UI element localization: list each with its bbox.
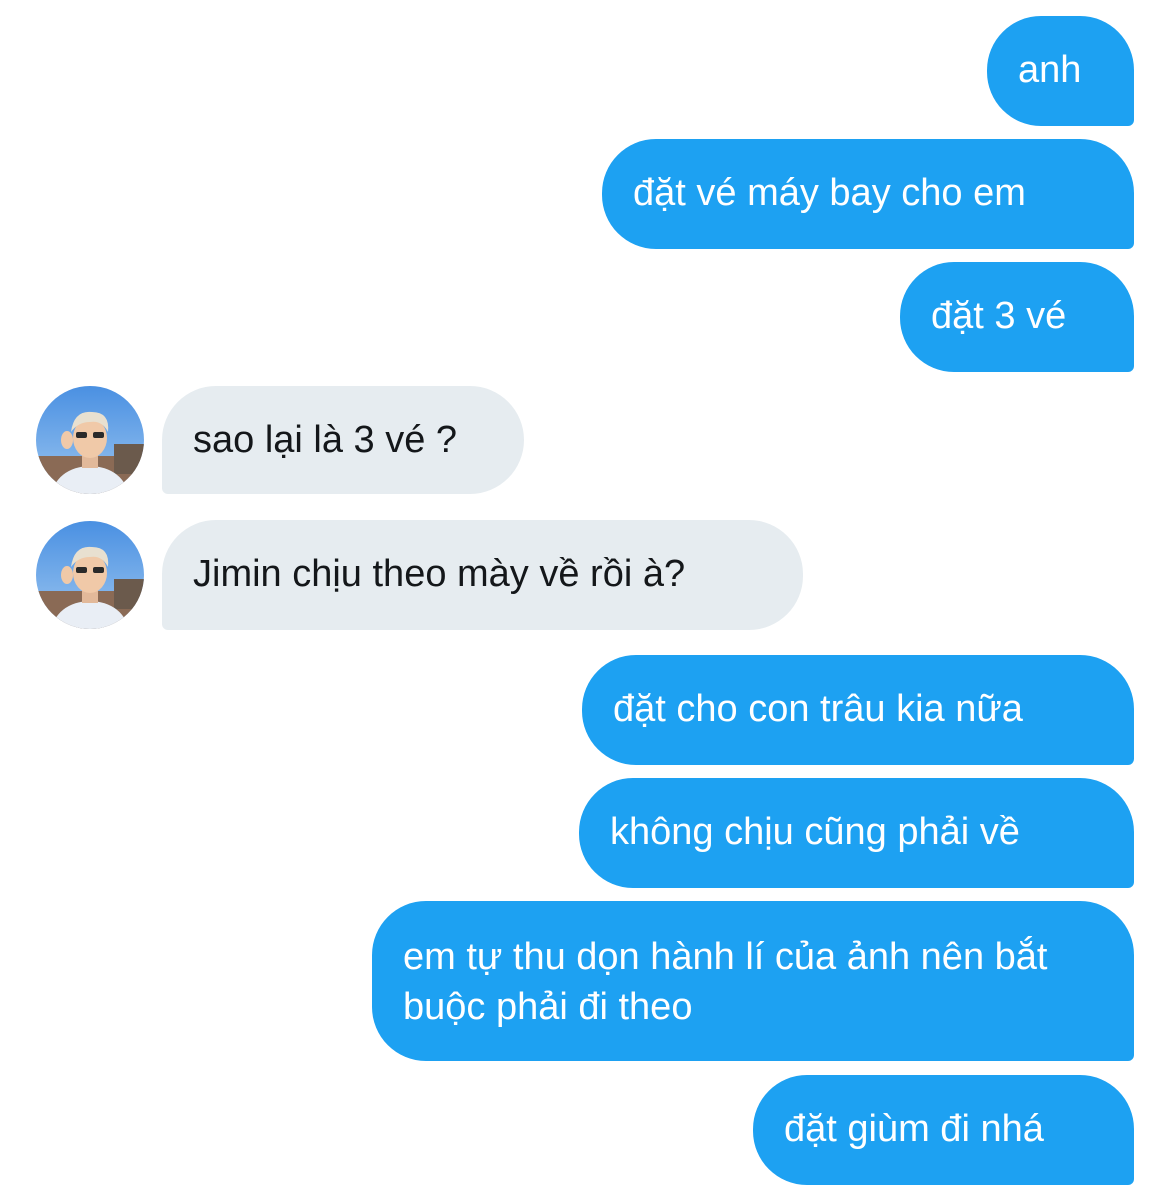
message-text: Jimin chịu theo mày về rồi à? — [193, 553, 686, 595]
outgoing-message[interactable]: đặt 3 vé — [900, 262, 1134, 372]
avatar-photo-icon — [36, 386, 144, 494]
outgoing-message[interactable]: anh — [987, 16, 1134, 126]
outgoing-message[interactable]: đặt giùm đi nhá — [753, 1075, 1134, 1185]
outgoing-message[interactable]: đặt vé máy bay cho em — [602, 139, 1134, 249]
message-text: sao lại là 3 vé ? — [193, 419, 458, 461]
message-text: đặt cho con trâu kia nữa — [613, 688, 1023, 730]
message-text: đặt vé máy bay cho em — [633, 172, 1026, 214]
incoming-message[interactable]: sao lại là 3 vé ? — [162, 386, 524, 494]
contact-avatar[interactable] — [36, 521, 144, 629]
outgoing-message[interactable]: em tự thu dọn hành lí của ảnh nên bắt bu… — [372, 901, 1134, 1061]
message-text: đặt 3 vé — [931, 295, 1067, 337]
message-text: em tự thu dọn hành lí của ảnh nên bắt bu… — [403, 936, 1048, 1028]
outgoing-message[interactable]: đặt cho con trâu kia nữa — [582, 655, 1134, 765]
message-text: anh — [1018, 49, 1082, 91]
message-text: không chịu cũng phải về — [610, 811, 1020, 853]
outgoing-message[interactable]: không chịu cũng phải về — [579, 778, 1134, 888]
avatar-photo-icon — [36, 521, 144, 629]
contact-avatar[interactable] — [36, 386, 144, 494]
message-text: đặt giùm đi nhá — [784, 1108, 1044, 1150]
incoming-message[interactable]: Jimin chịu theo mày về rồi à? — [162, 520, 803, 630]
